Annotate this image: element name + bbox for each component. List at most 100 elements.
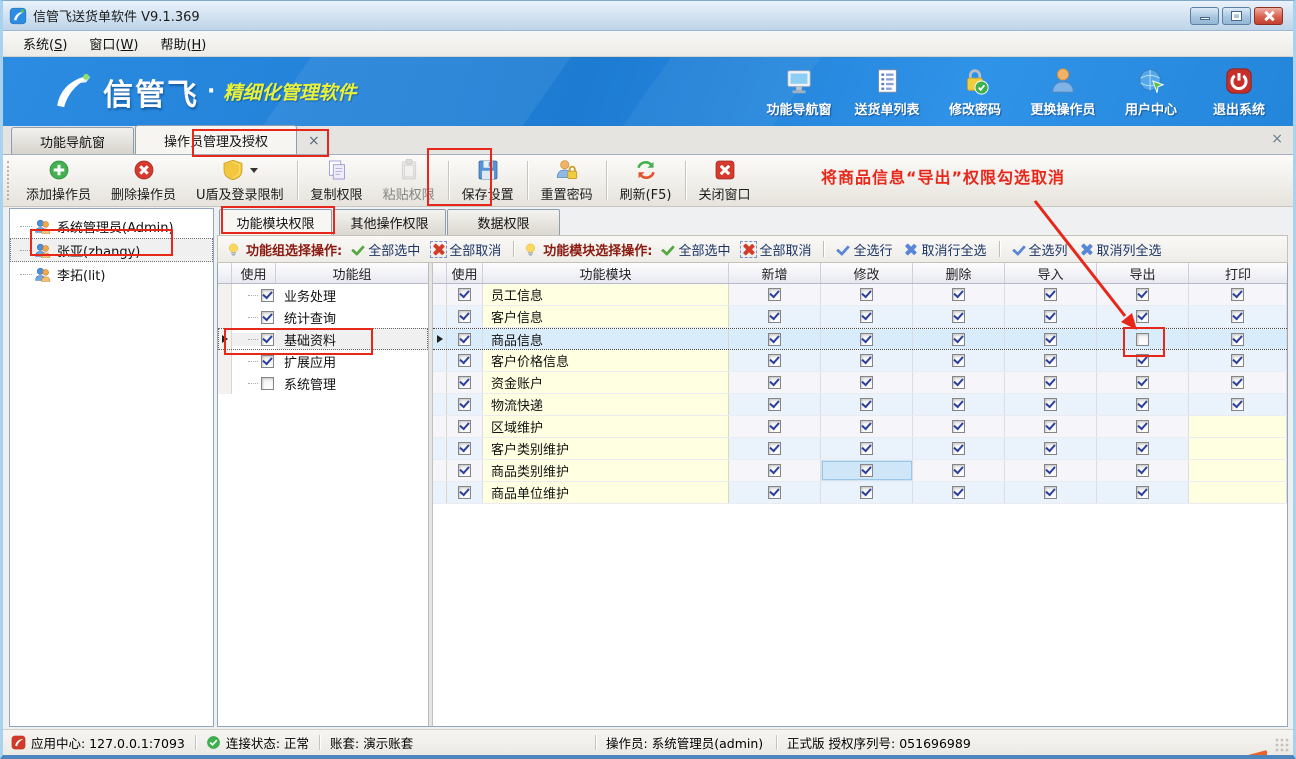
perm-checkbox-修改[interactable] [860, 398, 873, 411]
perm-checkbox-导入[interactable] [1044, 376, 1057, 389]
perm-checkbox-修改[interactable] [860, 464, 873, 477]
menu-item[interactable]: 窗口(W) [79, 31, 148, 56]
operator-item[interactable]: 李拓(lit) [10, 262, 213, 286]
banner-action-person[interactable]: 更换操作员 [1019, 66, 1107, 118]
perm-checkbox-打印[interactable] [1231, 310, 1244, 323]
operator-item[interactable]: 张亚(zhangy) [10, 238, 213, 262]
toolbar-remove-button[interactable]: 删除操作员 [101, 155, 186, 206]
banner-action-list[interactable]: 送货单列表 [843, 66, 931, 118]
tab-inactive[interactable]: 功能导航窗 [11, 127, 134, 154]
group-use-checkbox[interactable] [261, 377, 274, 390]
perm-checkbox-修改[interactable] [860, 442, 873, 455]
perm-checkbox-导入[interactable] [1044, 464, 1057, 477]
perm-checkbox-打印[interactable] [1231, 376, 1244, 389]
perm-checkbox-删除[interactable] [952, 310, 965, 323]
perm-checkbox-新增[interactable] [768, 354, 781, 367]
perm-checkbox-新增[interactable] [768, 288, 781, 301]
toolbar-closewin-button[interactable]: 关闭窗口 [689, 155, 761, 206]
perm-checkbox-导出[interactable] [1136, 486, 1149, 499]
perm-checkbox-修改[interactable] [860, 420, 873, 433]
selection-action[interactable]: 全选列 [1009, 240, 1071, 259]
perm-checkbox-打印[interactable] [1231, 288, 1244, 301]
minimize-button[interactable] [1190, 7, 1219, 25]
perm-checkbox-导出[interactable] [1136, 464, 1149, 477]
perm-tab[interactable]: 功能模块权限 [219, 209, 332, 235]
perm-checkbox-新增[interactable] [768, 333, 781, 346]
toolbar-resetpwd-button[interactable]: 重置密码 [531, 155, 603, 206]
perm-checkbox-导入[interactable] [1044, 398, 1057, 411]
banner-action-monitor[interactable]: 功能导航窗 [755, 66, 843, 118]
selection-action[interactable]: 全选行 [833, 240, 895, 259]
perm-checkbox-删除[interactable] [952, 333, 965, 346]
perm-checkbox-导入[interactable] [1044, 333, 1057, 346]
dropdown-caret-icon[interactable] [250, 168, 258, 173]
operator-item[interactable]: 系统管理员(Admin) [10, 214, 213, 238]
perm-checkbox-新增[interactable] [768, 398, 781, 411]
module-row[interactable]: 物流快递 [433, 394, 1287, 416]
toolbar-save-button[interactable]: 保存设置 [452, 155, 524, 206]
selection-action[interactable]: 取消行全选 [901, 240, 989, 259]
module-use-checkbox[interactable] [458, 354, 471, 367]
perm-checkbox-打印[interactable] [1231, 354, 1244, 367]
perm-checkbox-导入[interactable] [1044, 288, 1057, 301]
perm-checkbox-导入[interactable] [1044, 486, 1057, 499]
perm-checkbox-新增[interactable] [768, 464, 781, 477]
perm-checkbox-打印[interactable] [1231, 398, 1244, 411]
module-use-checkbox[interactable] [458, 333, 471, 346]
perm-checkbox-导入[interactable] [1044, 354, 1057, 367]
module-use-checkbox[interactable] [458, 420, 471, 433]
menu-item[interactable]: 帮助(H) [150, 31, 216, 56]
close-button[interactable] [1254, 7, 1283, 25]
perm-checkbox-导出[interactable] [1136, 288, 1149, 301]
perm-checkbox-修改[interactable] [860, 354, 873, 367]
perm-checkbox-导出[interactable] [1136, 354, 1149, 367]
perm-checkbox-新增[interactable] [768, 486, 781, 499]
perm-checkbox-打印[interactable] [1231, 333, 1244, 346]
module-row[interactable]: 客户类别维护 [433, 438, 1287, 460]
module-use-checkbox[interactable] [458, 442, 471, 455]
module-use-checkbox[interactable] [458, 398, 471, 411]
group-row[interactable]: 基础资料 [218, 328, 428, 350]
module-row[interactable]: 客户信息 [433, 306, 1287, 328]
perm-checkbox-导出[interactable] [1136, 376, 1149, 389]
group-row[interactable]: 统计查询 [218, 306, 428, 328]
perm-checkbox-导出[interactable] [1136, 333, 1149, 346]
group-use-checkbox[interactable] [261, 333, 274, 346]
perm-checkbox-导入[interactable] [1044, 420, 1057, 433]
module-row[interactable]: 员工信息 [433, 284, 1287, 306]
group-row[interactable]: 业务处理 [218, 284, 428, 306]
perm-checkbox-导入[interactable] [1044, 442, 1057, 455]
banner-action-lock[interactable]: 修改密码 [931, 66, 1019, 118]
perm-checkbox-新增[interactable] [768, 442, 781, 455]
module-use-checkbox[interactable] [458, 288, 471, 301]
perm-checkbox-删除[interactable] [952, 420, 965, 433]
module-row[interactable]: 客户价格信息 [433, 350, 1287, 372]
module-row[interactable]: 资金账户 [433, 372, 1287, 394]
perm-checkbox-修改[interactable] [860, 288, 873, 301]
selection-action[interactable]: 全部选中 [348, 240, 423, 259]
toolbar-add-button[interactable]: 添加操作员 [16, 155, 101, 206]
perm-checkbox-导出[interactable] [1136, 420, 1149, 433]
selection-action[interactable]: 全部取消 [429, 240, 504, 259]
perm-checkbox-修改[interactable] [860, 310, 873, 323]
module-use-checkbox[interactable] [458, 310, 471, 323]
module-row[interactable]: 商品类别维护 [433, 460, 1287, 482]
banner-action-power[interactable]: 退出系统 [1195, 66, 1283, 118]
tabstrip-close-icon[interactable]: × [1271, 132, 1283, 146]
tab-close-icon[interactable]: × [308, 134, 320, 148]
module-use-checkbox[interactable] [458, 376, 471, 389]
perm-checkbox-删除[interactable] [952, 486, 965, 499]
resize-grip[interactable] [1275, 738, 1289, 752]
perm-checkbox-导出[interactable] [1136, 398, 1149, 411]
banner-action-globe[interactable]: 用户中心 [1107, 66, 1195, 118]
group-use-checkbox[interactable] [261, 355, 274, 368]
toolbar-refresh-button[interactable]: 刷新(F5) [610, 155, 682, 206]
selection-action[interactable]: 取消列全选 [1077, 240, 1165, 259]
perm-checkbox-删除[interactable] [952, 398, 965, 411]
module-row[interactable]: 商品单位维护 [433, 482, 1287, 504]
perm-checkbox-删除[interactable] [952, 464, 965, 477]
perm-checkbox-修改[interactable] [860, 333, 873, 346]
toolbar-shield-button[interactable]: U盾及登录限制 [186, 155, 294, 206]
perm-checkbox-新增[interactable] [768, 376, 781, 389]
restore-button[interactable] [1222, 7, 1251, 25]
